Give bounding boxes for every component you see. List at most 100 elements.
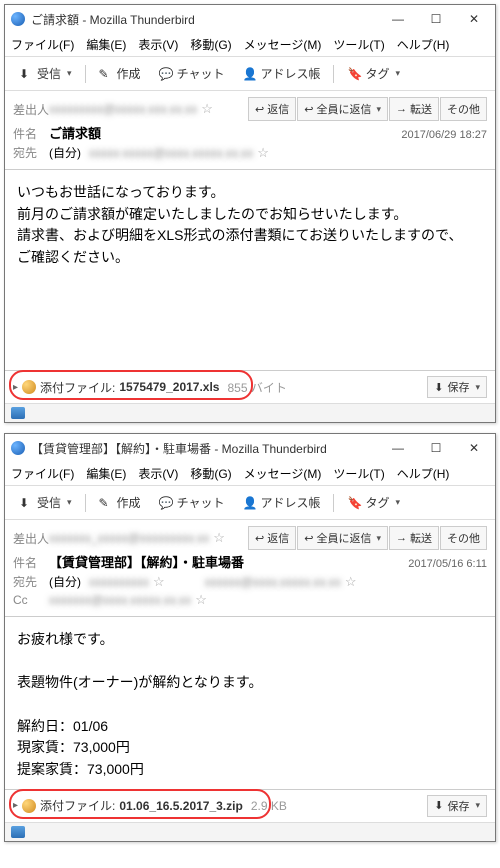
person-icon: 👤	[242, 67, 256, 81]
tag-label: タグ	[365, 65, 389, 82]
tag-icon: 🔖	[347, 496, 361, 510]
expand-icon[interactable]: ▸	[13, 382, 18, 393]
message-date: 2017/06/29 18:27	[401, 129, 487, 141]
toolbar: ⬇ 受信 ▾ ✎ 作成 💬 チャット 👤 アドレス帳 🔖 タグ ▾	[5, 57, 495, 91]
message-body: お疲れ様です。 表題物件(オーナー)が解約となります。 解約日：01/06 現家…	[5, 617, 495, 789]
separator	[85, 65, 86, 83]
reply-all-button[interactable]: ↩全員に返信▾	[297, 97, 388, 121]
from-value: xxxxxxxxx@xxxxx.xxx.xx.xx	[49, 102, 197, 116]
pencil-icon: ✎	[99, 496, 113, 510]
chevron-down-icon: ▾	[376, 104, 381, 115]
cc-label: Cc	[13, 593, 49, 607]
status-icon	[11, 407, 25, 419]
subject-value: 【賃貸管理部】【解約】・駐車場番	[49, 552, 408, 571]
star-icon[interactable]: ☆	[153, 574, 165, 590]
chevron-down-icon: ▾	[376, 533, 381, 544]
reply-all-button[interactable]: ↩全員に返信▾	[297, 526, 388, 550]
to-label: 宛先	[13, 573, 49, 590]
receive-button[interactable]: ⬇ 受信 ▾	[11, 61, 80, 86]
forward-button[interactable]: →転送	[389, 526, 439, 550]
menu-tools[interactable]: ツール(T)	[333, 36, 384, 53]
separator	[333, 65, 334, 83]
body-line	[17, 651, 483, 673]
star-icon[interactable]: ☆	[345, 574, 357, 590]
expand-icon[interactable]: ▸	[13, 800, 18, 811]
menu-file[interactable]: ファイル(F)	[11, 465, 74, 482]
menu-edit[interactable]: 編集(E)	[86, 465, 126, 482]
star-icon[interactable]: ☆	[213, 530, 225, 546]
menu-help[interactable]: ヘルプ(H)	[397, 465, 450, 482]
from-label: 差出人	[13, 530, 49, 547]
reply-icon: ↩	[255, 532, 264, 545]
reply-button[interactable]: ↩返信	[248, 97, 296, 121]
forward-icon: →	[396, 103, 407, 115]
menu-file[interactable]: ファイル(F)	[11, 36, 74, 53]
compose-button[interactable]: ✎ 作成	[91, 61, 149, 86]
reply-button[interactable]: ↩返信	[248, 526, 296, 550]
tag-button[interactable]: 🔖 タグ ▾	[339, 490, 408, 515]
menu-go[interactable]: 移動(G)	[190, 465, 231, 482]
tag-label: タグ	[365, 494, 389, 511]
attachment-icon	[22, 799, 36, 813]
menu-view[interactable]: 表示(V)	[138, 36, 178, 53]
minimize-button[interactable]: —	[379, 7, 417, 31]
save-icon: ⬇	[434, 799, 443, 812]
to-value: (自分)	[49, 573, 81, 590]
star-icon[interactable]: ☆	[257, 145, 269, 161]
chat-label: チャット	[177, 65, 225, 82]
to-extra: xxxxxxxxxx	[89, 575, 149, 589]
menu-message[interactable]: メッセージ(M)	[244, 36, 322, 53]
chat-label: チャット	[177, 494, 225, 511]
attachment-filename[interactable]: 01.06_16.5.2017_3.zip	[119, 799, 242, 813]
statusbar	[5, 403, 495, 422]
titlebar: 【賃貸管理部】【解約】・駐車場番 - Mozilla Thunderbird —…	[5, 434, 495, 462]
menubar: ファイル(F) 編集(E) 表示(V) 移動(G) メッセージ(M) ツール(T…	[5, 462, 495, 486]
menu-help[interactable]: ヘルプ(H)	[397, 36, 450, 53]
other-button[interactable]: その他	[440, 526, 487, 550]
to-value: (自分)	[49, 144, 81, 161]
body-line: いつもお世話になっております。	[17, 182, 483, 204]
titlebar: ご請求額 - Mozilla Thunderbird — ☐ ✕	[5, 5, 495, 33]
chat-button[interactable]: 💬 チャット	[151, 490, 233, 515]
menu-tools[interactable]: ツール(T)	[333, 465, 384, 482]
save-attachment-button[interactable]: ⬇ 保存 ▾	[427, 376, 487, 398]
maximize-button[interactable]: ☐	[417, 7, 455, 31]
chevron-down-icon: ▾	[67, 68, 72, 79]
separator	[333, 494, 334, 512]
tag-button[interactable]: 🔖 タグ ▾	[339, 61, 408, 86]
chat-button[interactable]: 💬 チャット	[151, 61, 233, 86]
star-icon[interactable]: ☆	[195, 592, 207, 608]
subject-value: ご請求額	[49, 123, 401, 142]
to-extra: xxxxx-xxxxx@xxxx.xxxxx.xx.xx	[89, 146, 253, 160]
body-line: ご確認ください。	[17, 247, 483, 269]
chevron-down-icon: ▾	[475, 800, 480, 811]
tag-icon: 🔖	[347, 67, 361, 81]
menu-message[interactable]: メッセージ(M)	[244, 465, 322, 482]
compose-button[interactable]: ✎ 作成	[91, 490, 149, 515]
star-icon[interactable]: ☆	[201, 101, 213, 117]
maximize-button[interactable]: ☐	[417, 436, 455, 460]
window-title: 【賃貸管理部】【解約】・駐車場番 - Mozilla Thunderbird	[31, 440, 379, 457]
menu-go[interactable]: 移動(G)	[190, 36, 231, 53]
body-line: お疲れ様です。	[17, 629, 483, 651]
body-line: 提案家賃：73,000円	[17, 759, 483, 781]
other-button[interactable]: その他	[440, 97, 487, 121]
minimize-button[interactable]: —	[379, 436, 417, 460]
download-icon: ⬇	[19, 67, 33, 81]
person-icon: 👤	[242, 496, 256, 510]
attachment-filename[interactable]: 1575479_2017.xls	[119, 380, 219, 394]
menu-edit[interactable]: 編集(E)	[86, 36, 126, 53]
compose-label: 作成	[117, 494, 141, 511]
toolbar: ⬇ 受信 ▾ ✎ 作成 💬 チャット 👤 アドレス帳 🔖 タグ ▾	[5, 486, 495, 520]
receive-button[interactable]: ⬇ 受信 ▾	[11, 490, 80, 515]
receive-label: 受信	[37, 65, 61, 82]
menu-view[interactable]: 表示(V)	[138, 465, 178, 482]
address-button[interactable]: 👤 アドレス帳	[234, 490, 328, 515]
save-attachment-button[interactable]: ⬇ 保存 ▾	[427, 795, 487, 817]
close-button[interactable]: ✕	[455, 7, 493, 31]
forward-button[interactable]: →転送	[389, 97, 439, 121]
forward-icon: →	[396, 532, 407, 544]
close-button[interactable]: ✕	[455, 436, 493, 460]
address-button[interactable]: 👤 アドレス帳	[234, 61, 328, 86]
pencil-icon: ✎	[99, 67, 113, 81]
